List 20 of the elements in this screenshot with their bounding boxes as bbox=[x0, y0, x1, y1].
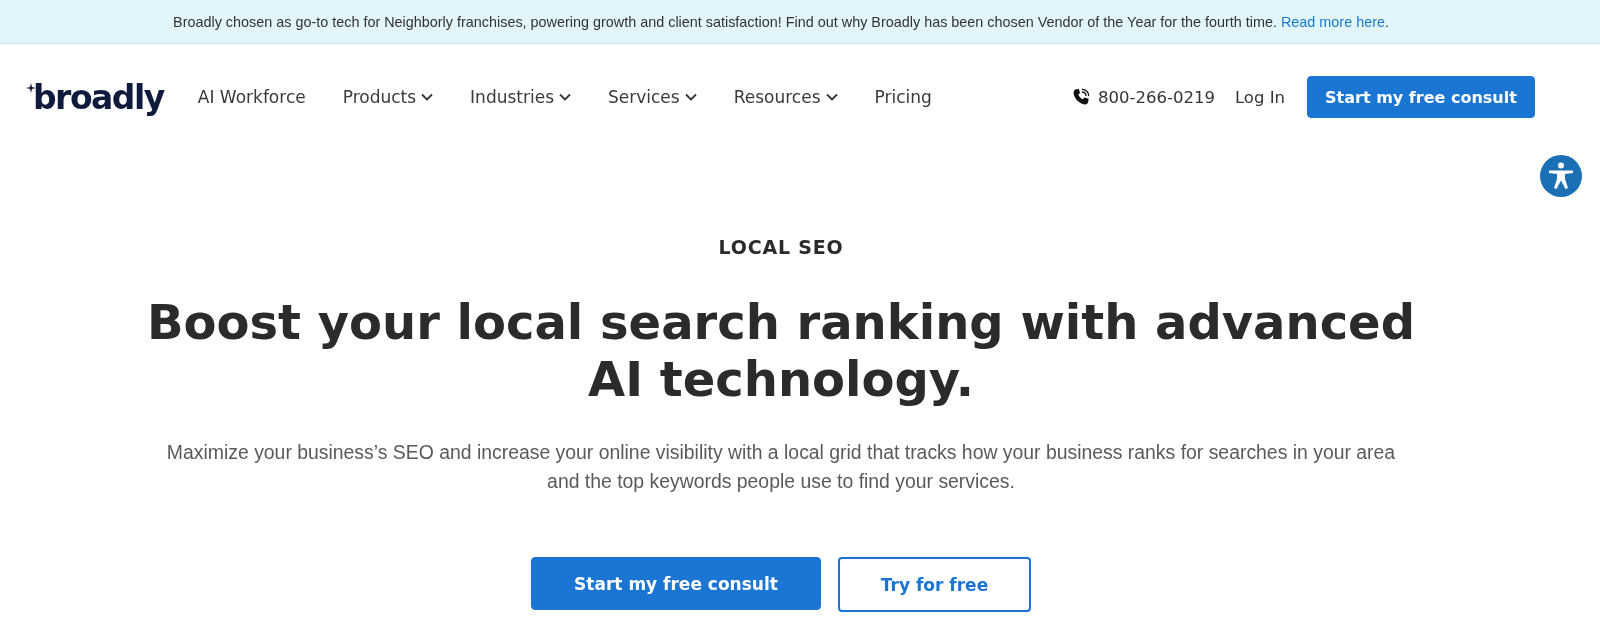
nav-link[interactable]: Products bbox=[342, 87, 434, 107]
nav-link[interactable]: Resources bbox=[733, 87, 838, 107]
accessibility-icon[interactable] bbox=[1540, 155, 1582, 197]
section-label: LOCAL SEO bbox=[718, 236, 844, 258]
nav-link[interactable]: Services bbox=[608, 87, 697, 107]
consult-button[interactable]: Start my free consult bbox=[531, 557, 821, 610]
consult-button[interactable]: Start my free consult bbox=[1307, 76, 1535, 118]
nav-link[interactable]: Pricing bbox=[874, 87, 932, 107]
login-link[interactable]: Log In bbox=[1234, 87, 1285, 107]
hero-heading: Boost your local search ranking with advanced AI technology. bbox=[146, 294, 1416, 408]
hero-description: Maximize your business’s SEO and increase your online visibility with a local grid that tracks how your business ranks for searches in your area and the top keywords people use to find your services. bbox=[165, 440, 1397, 494]
announcement-text: Broadly chosen as go-to tech for Neighborly franchises, powering growth and client satisfaction! Find out why Broadly has been chosen Vendor of the Year for the fourth time. Read more here. bbox=[173, 13, 1389, 30]
nav-link[interactable]: AI Workforce bbox=[197, 87, 306, 107]
logo[interactable]: broadly bbox=[33, 80, 164, 114]
nav-link[interactable]: Industries bbox=[470, 87, 571, 107]
phone-number[interactable]: 800-266-0219 bbox=[1098, 87, 1215, 107]
phone-icon bbox=[1072, 88, 1091, 106]
try-free-button[interactable]: Try for free bbox=[838, 557, 1031, 612]
sparkle-icon bbox=[26, 82, 36, 93]
read-more-link[interactable]: Read more here bbox=[1280, 13, 1385, 30]
